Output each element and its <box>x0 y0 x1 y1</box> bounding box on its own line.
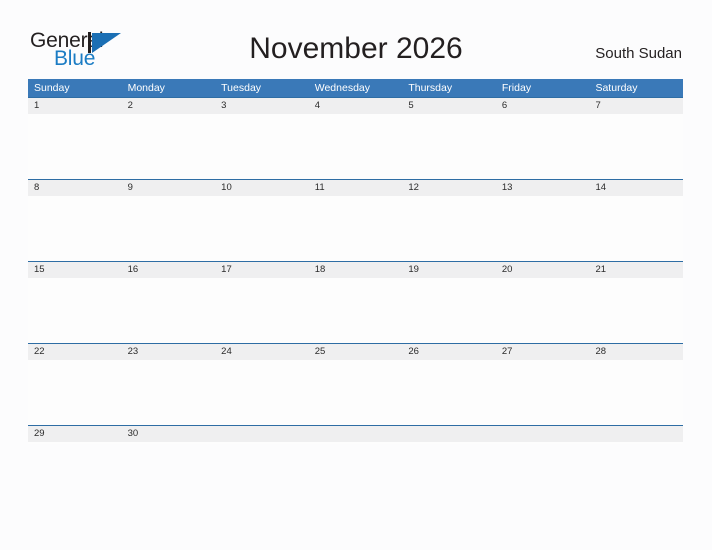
day-cell-empty <box>496 426 590 442</box>
week-note-area[interactable] <box>28 196 683 261</box>
week-date-strip: 1 2 3 4 5 6 7 <box>28 98 683 114</box>
day-cell-empty <box>589 426 683 442</box>
day-cell[interactable]: 10 <box>215 180 309 196</box>
day-cell[interactable]: 15 <box>28 262 122 278</box>
month-calendar: Sunday Monday Tuesday Wednesday Thursday… <box>28 79 683 444</box>
week-row: 1 2 3 4 5 6 7 <box>28 97 683 179</box>
day-cell[interactable]: 19 <box>402 262 496 278</box>
week-date-strip: 15 16 17 18 19 20 21 <box>28 262 683 278</box>
page-header: General Blue November 2026 South Sudan <box>0 0 712 79</box>
day-cell[interactable]: 20 <box>496 262 590 278</box>
day-cell[interactable]: 9 <box>122 180 216 196</box>
weekday-header-wednesday: Wednesday <box>314 82 370 94</box>
day-cell[interactable]: 28 <box>589 344 683 360</box>
day-cell[interactable]: 24 <box>215 344 309 360</box>
day-cell[interactable]: 12 <box>402 180 496 196</box>
day-cell[interactable]: 17 <box>215 262 309 278</box>
day-cell[interactable]: 18 <box>309 262 403 278</box>
week-row: 29 30 <box>28 425 683 444</box>
day-cell[interactable]: 30 <box>122 426 216 442</box>
day-cell-empty <box>309 426 403 442</box>
weekday-header-saturday: Saturday <box>595 82 638 94</box>
day-cell[interactable]: 22 <box>28 344 122 360</box>
weekday-header-thursday: Thursday <box>408 82 453 94</box>
week-note-area <box>28 442 683 444</box>
day-cell[interactable]: 23 <box>122 344 216 360</box>
day-cell[interactable]: 11 <box>309 180 403 196</box>
day-cell-empty <box>402 426 496 442</box>
day-cell[interactable]: 26 <box>402 344 496 360</box>
day-cell-empty <box>215 426 309 442</box>
day-cell[interactable]: 4 <box>309 98 403 114</box>
day-cell[interactable]: 27 <box>496 344 590 360</box>
weekday-header-tuesday: Tuesday <box>221 82 262 94</box>
week-date-strip: 22 23 24 25 26 27 28 <box>28 344 683 360</box>
day-cell[interactable]: 7 <box>589 98 683 114</box>
weekday-header-friday: Friday <box>501 82 532 94</box>
day-cell[interactable]: 21 <box>589 262 683 278</box>
week-note-area[interactable] <box>28 114 683 179</box>
day-cell[interactable]: 16 <box>122 262 216 278</box>
day-cell[interactable]: 5 <box>402 98 496 114</box>
week-note-area[interactable] <box>28 278 683 343</box>
week-row: 15 16 17 18 19 20 21 <box>28 261 683 343</box>
day-cell[interactable]: 25 <box>309 344 403 360</box>
day-cell[interactable]: 8 <box>28 180 122 196</box>
day-cell[interactable]: 29 <box>28 426 122 442</box>
weekday-header-row: Sunday Monday Tuesday Wednesday Thursday… <box>28 79 683 97</box>
day-cell[interactable]: 14 <box>589 180 683 196</box>
week-date-strip: 29 30 <box>28 426 683 442</box>
day-cell[interactable]: 2 <box>122 98 216 114</box>
day-cell[interactable]: 13 <box>496 180 590 196</box>
day-cell[interactable]: 1 <box>28 98 122 114</box>
weekday-header-sunday: Sunday <box>34 82 70 94</box>
week-note-area[interactable] <box>28 360 683 425</box>
country-label: South Sudan <box>595 45 682 62</box>
week-row: 8 9 10 11 12 13 14 <box>28 179 683 261</box>
calendar-page: General Blue November 2026 South Sudan S… <box>0 0 712 550</box>
week-date-strip: 8 9 10 11 12 13 14 <box>28 180 683 196</box>
week-row: 22 23 24 25 26 27 28 <box>28 343 683 425</box>
weekday-header-monday: Monday <box>127 82 165 94</box>
day-cell[interactable]: 3 <box>215 98 309 114</box>
day-cell[interactable]: 6 <box>496 98 590 114</box>
